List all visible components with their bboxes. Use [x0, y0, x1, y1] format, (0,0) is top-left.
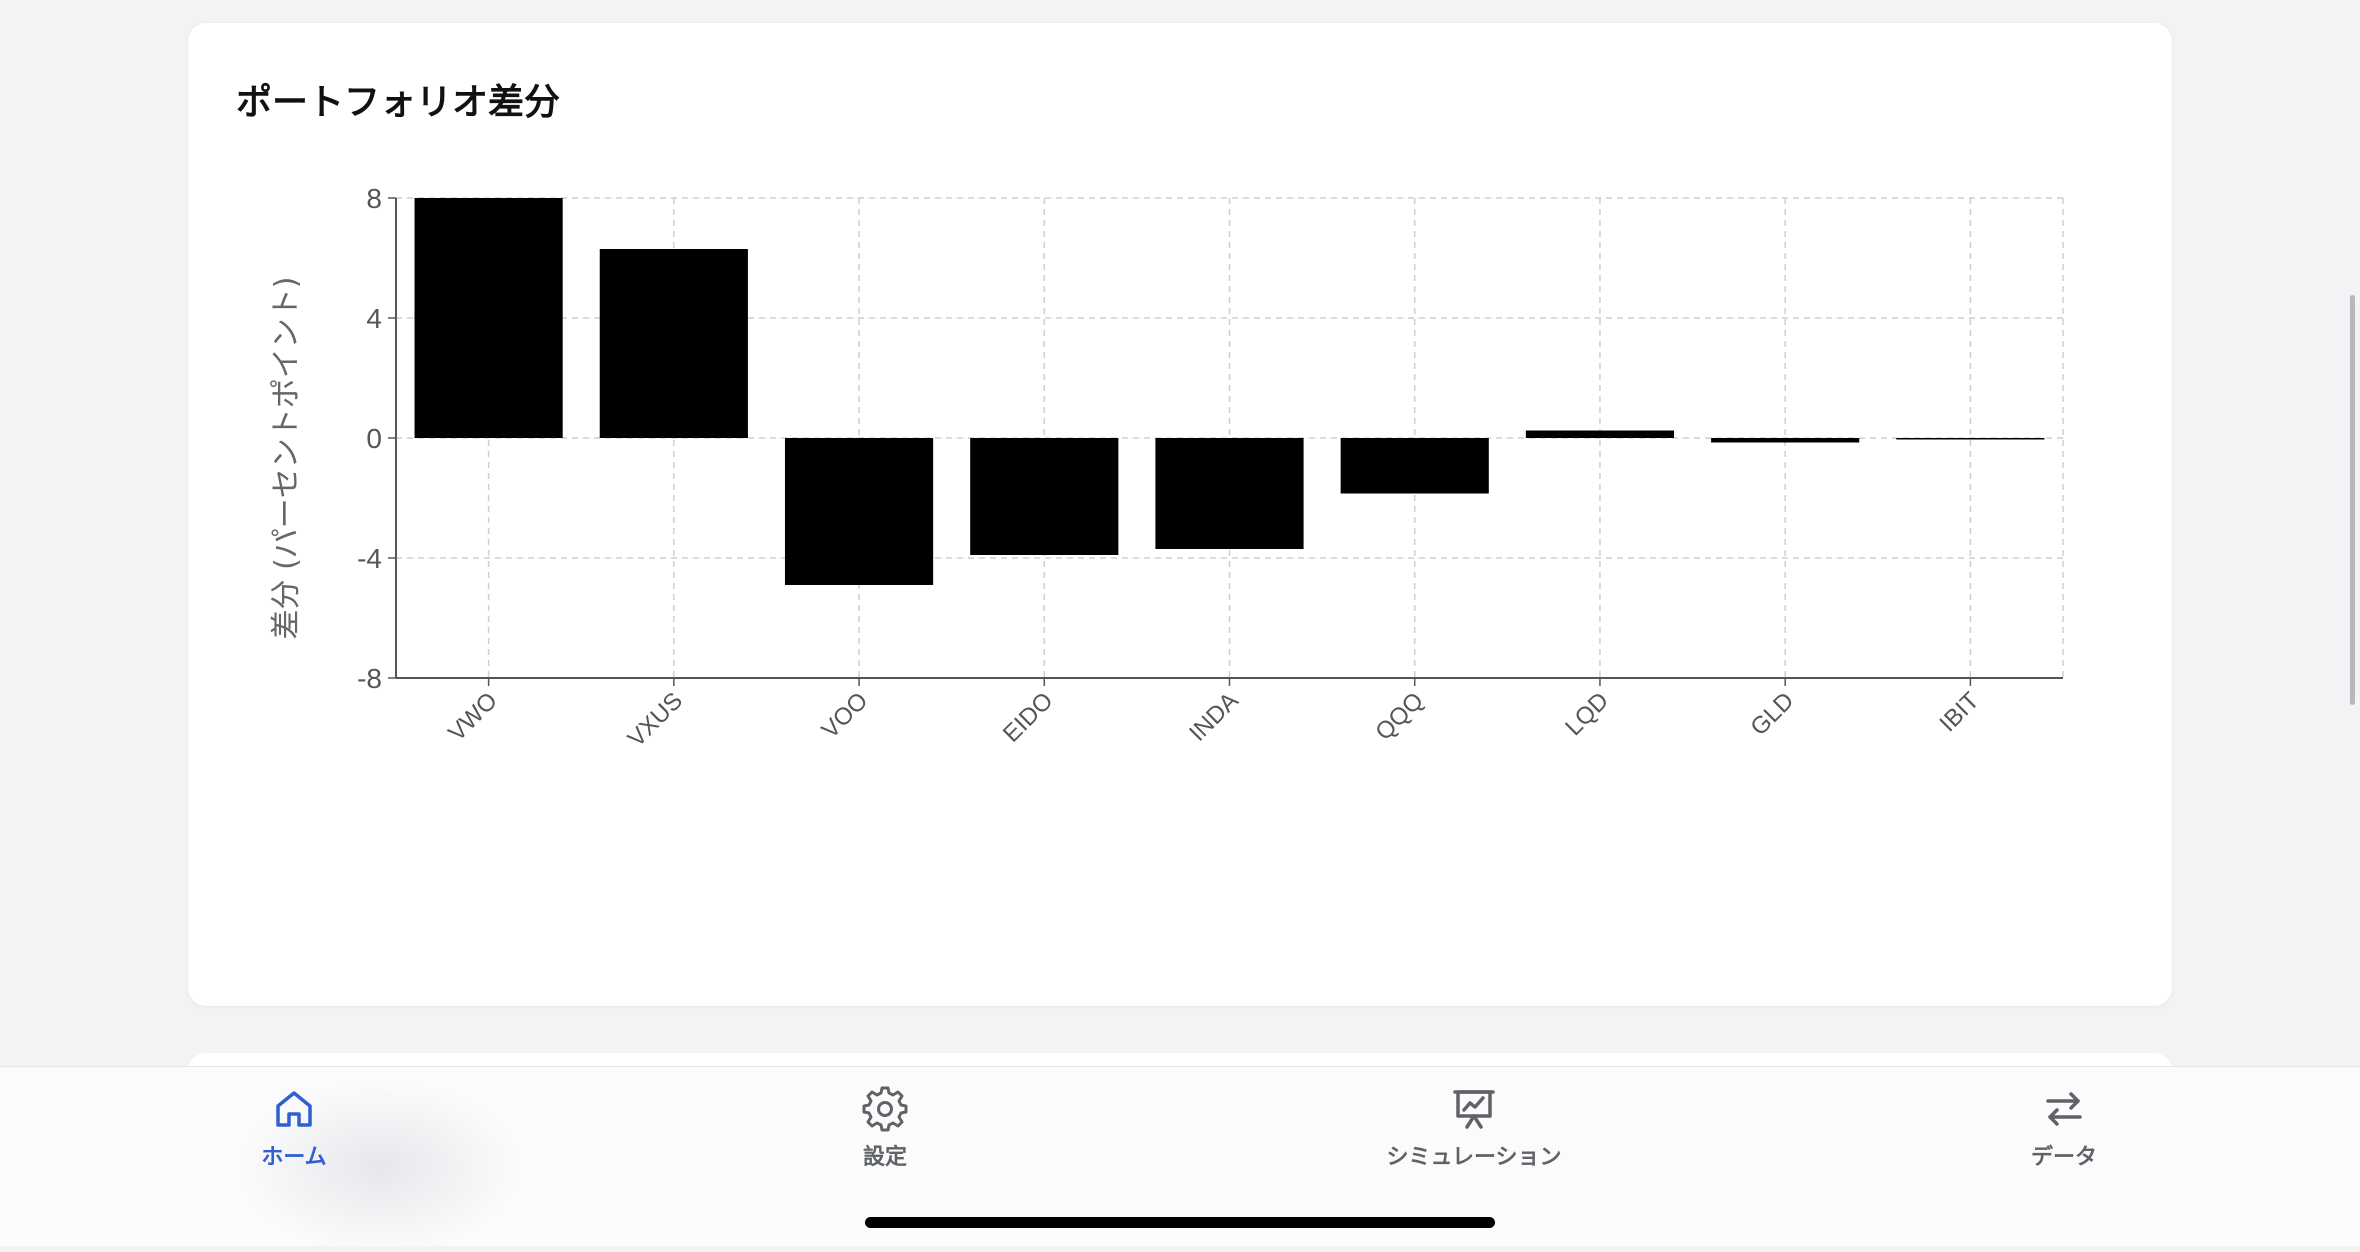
bar-lqd [1525, 430, 1675, 438]
portfolio-diff-card: ポートフォリオ差分 8 4 0 -4 -8 VWO VXUS VOO EIDO INDA QQQ LQ… [188, 23, 2172, 1006]
tab-simulation[interactable]: シミュレーション [1354, 1085, 1594, 1195]
y-tick-label: -8 [357, 663, 382, 694]
x-tick-label: VWO [443, 687, 503, 747]
bar-vwo [414, 198, 563, 438]
home-indicator [865, 1217, 1495, 1228]
tab-settings[interactable]: 設定 [765, 1085, 1005, 1195]
y-tick-label: 0 [366, 423, 382, 454]
bar-vxus [599, 249, 748, 438]
tab-home[interactable]: ホーム [174, 1085, 414, 1195]
scrollbar[interactable] [2350, 295, 2355, 705]
presentation-chart-icon [1453, 1090, 1495, 1129]
y-tick-label: 4 [366, 303, 382, 334]
x-tick-label: VOO [816, 687, 873, 744]
y-tick-label: -4 [357, 543, 382, 574]
tab-settings-label: 設定 [862, 1145, 907, 1170]
x-tick-label: INDA [1184, 687, 1244, 747]
bar-inda [1155, 438, 1304, 549]
y-axis-label: 差分 (パーセントポイント) [269, 277, 304, 640]
bar-qqq [1340, 438, 1489, 494]
arrows-swap-icon [2046, 1092, 2082, 1126]
bar-voo [784, 438, 934, 585]
gear-icon [862, 1086, 908, 1132]
x-tick-label: QQQ [1370, 687, 1429, 746]
bar-gld [1711, 438, 1860, 443]
portfolio-diff-chart: 8 4 0 -4 -8 VWO VXUS VOO EIDO INDA QQQ LQD GLD IBIT 差分… [269, 183, 2064, 752]
bar-ibit [1896, 438, 2045, 440]
y-tick-label: 8 [366, 183, 382, 214]
x-tick-label: EIDO [998, 687, 1059, 748]
x-tick-label: LQD [1560, 687, 1614, 741]
tab-data[interactable]: データ [1944, 1085, 2184, 1195]
home-icon [276, 1091, 312, 1127]
tab-simulation-label: シミュレーション [1386, 1145, 1562, 1170]
tab-data-label: データ [2030, 1145, 2097, 1170]
x-tick-label: GLD [1745, 687, 1799, 741]
x-tick-label: IBIT [1934, 687, 1984, 737]
bar-eido [970, 438, 1119, 555]
tab-home-label: ホーム [261, 1145, 327, 1170]
x-tick-label: VXUS [623, 687, 688, 752]
